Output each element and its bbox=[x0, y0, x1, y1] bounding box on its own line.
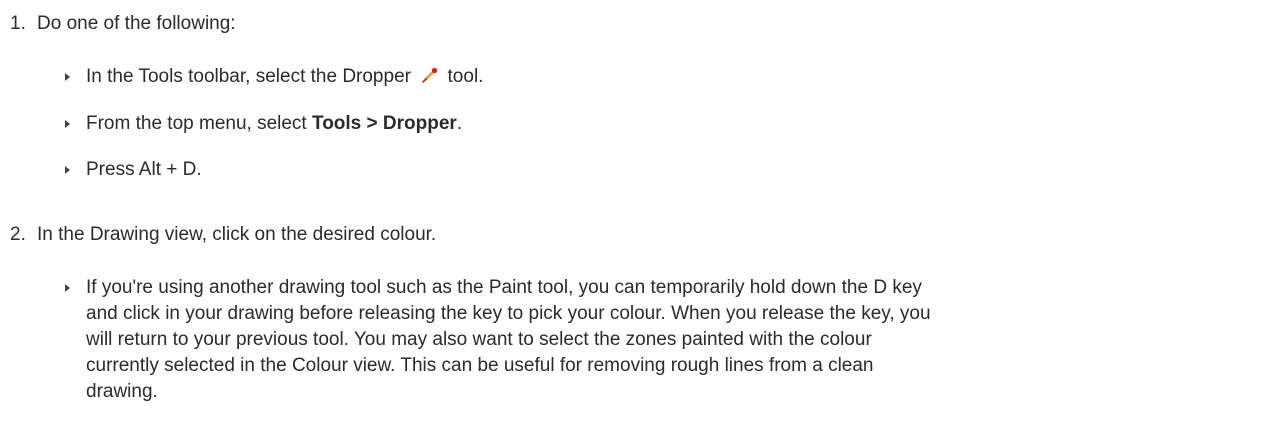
bullet-text-after: tool. bbox=[447, 66, 484, 87]
paragraph-line: drawing. bbox=[86, 381, 158, 402]
bullet-text: In the Tools toolbar, select the Dropper bbox=[86, 66, 411, 87]
step-number: 1. bbox=[10, 13, 26, 34]
paragraph-line: and click in your drawing before releasi… bbox=[86, 303, 931, 324]
step-text: In the Drawing view, click on the desire… bbox=[37, 224, 437, 245]
bullet-text-after: . bbox=[456, 113, 463, 134]
step-number: 2. bbox=[10, 224, 26, 245]
menu-path: Tools > Dropper bbox=[312, 113, 457, 134]
step-text: Do one of the following: bbox=[37, 13, 236, 34]
paragraph-line: will return to your previous tool. You m… bbox=[86, 329, 872, 350]
paragraph-line: currently selected in the Colour view. T… bbox=[86, 355, 874, 376]
bullet-text: Press Alt + D. bbox=[86, 159, 202, 180]
bullet-text: From the top menu, select bbox=[86, 113, 307, 134]
bullet-arrow-icon bbox=[65, 166, 70, 174]
bullet-arrow-icon bbox=[65, 284, 70, 292]
bullet-arrow-icon bbox=[65, 73, 70, 81]
dropper-icon bbox=[422, 67, 438, 83]
paragraph-line: If you're using another drawing tool suc… bbox=[86, 277, 922, 298]
document-body: 1. Do one of the following: In the Tools… bbox=[0, 0, 1269, 429]
bullet-arrow-icon bbox=[65, 120, 70, 128]
